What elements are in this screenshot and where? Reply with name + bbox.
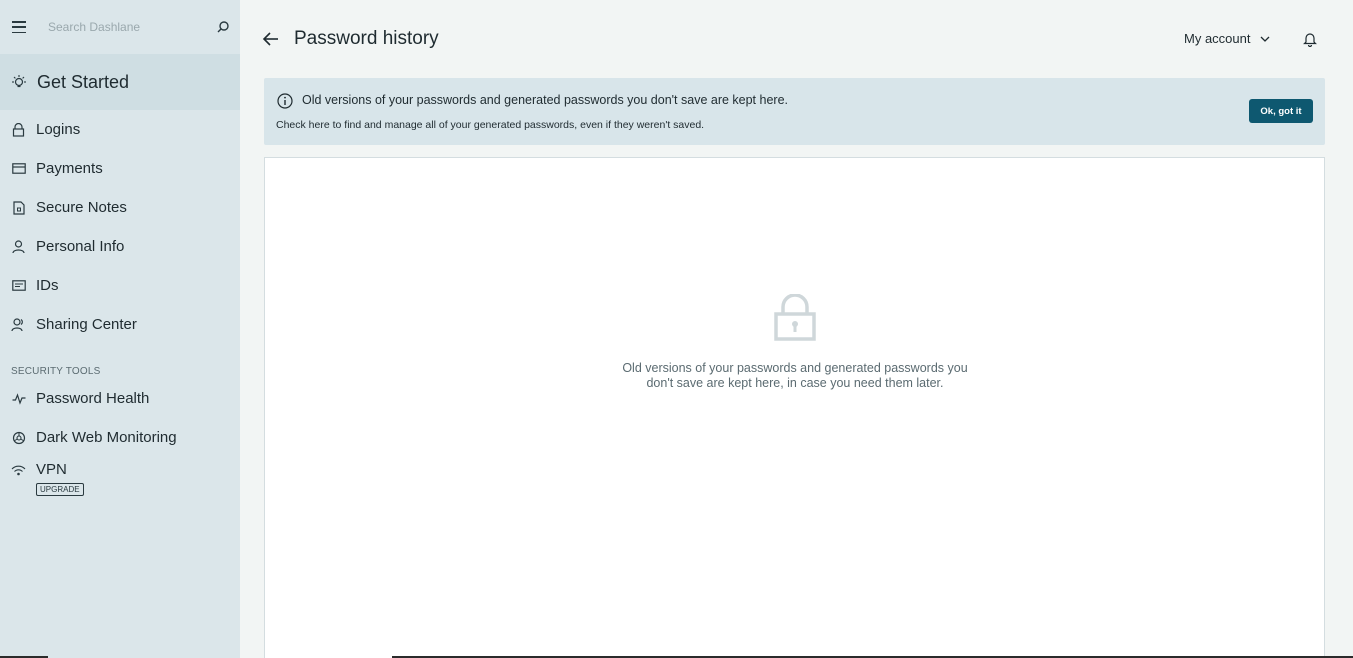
sidebar-item-password-health[interactable]: Password Health bbox=[0, 379, 240, 418]
lock-icon bbox=[774, 294, 816, 341]
page-title: Password history bbox=[294, 28, 439, 49]
sidebar-item-label: IDs bbox=[36, 277, 59, 294]
sidebar-item-get-started[interactable]: Get Started bbox=[0, 54, 240, 110]
sidebar: Get Started Logins Payments Secure Notes… bbox=[0, 0, 240, 658]
sidebar-item-label: Personal Info bbox=[36, 238, 125, 255]
sidebar-item-payments[interactable]: Payments bbox=[0, 149, 240, 188]
ok-got-it-button[interactable]: Ok, got it bbox=[1249, 99, 1313, 123]
credit-card-icon bbox=[11, 161, 26, 176]
search-icon[interactable] bbox=[215, 19, 231, 35]
empty-state-line-1: Old versions of your passwords and gener… bbox=[622, 361, 968, 375]
sidebar-item-label: Sharing Center bbox=[36, 316, 137, 333]
upgrade-badge[interactable]: UPGRADE bbox=[36, 483, 84, 496]
sidebar-item-label: Password Health bbox=[36, 390, 150, 407]
dark-web-icon bbox=[11, 430, 26, 445]
empty-state-text: Old versions of your passwords and gener… bbox=[595, 361, 995, 391]
banner-message: Old versions of your passwords and gener… bbox=[302, 93, 788, 107]
sidebar-item-logins[interactable]: Logins bbox=[0, 110, 240, 149]
sidebar-item-label: Dark Web Monitoring bbox=[36, 429, 177, 446]
notification-bell-icon[interactable] bbox=[1303, 31, 1317, 47]
info-banner: Old versions of your passwords and gener… bbox=[264, 78, 1325, 145]
sidebar-item-label: VPN bbox=[36, 461, 67, 478]
sidebar-item-dark-web-monitoring[interactable]: Dark Web Monitoring bbox=[0, 418, 240, 457]
back-arrow-icon[interactable] bbox=[262, 30, 280, 48]
vpn-wifi-icon bbox=[11, 463, 26, 478]
my-account-dropdown[interactable]: My account bbox=[1184, 31, 1270, 46]
id-card-icon bbox=[11, 278, 26, 293]
info-icon bbox=[277, 93, 293, 109]
section-title-security-tools: SECURITY TOOLS bbox=[11, 366, 101, 377]
page-header: Password history My account bbox=[240, 0, 1353, 78]
lock-icon bbox=[11, 122, 26, 137]
password-history-panel: Old versions of your passwords and gener… bbox=[264, 157, 1325, 658]
sidebar-item-vpn[interactable]: VPN UPGRADE bbox=[0, 457, 240, 507]
sidebar-item-label: Get Started bbox=[37, 71, 130, 92]
person-icon bbox=[11, 239, 26, 254]
lightbulb-icon bbox=[12, 75, 26, 88]
sidebar-item-sharing-center[interactable]: Sharing Center bbox=[0, 305, 240, 344]
sidebar-item-label: Payments bbox=[36, 160, 103, 177]
sharing-icon bbox=[11, 317, 26, 332]
search-row bbox=[0, 0, 240, 54]
hamburger-menu-icon[interactable] bbox=[12, 21, 26, 33]
empty-state-line-2: don't save are kept here, in case you ne… bbox=[646, 376, 944, 390]
sidebar-item-secure-notes[interactable]: Secure Notes bbox=[0, 188, 240, 227]
sidebar-item-personal-info[interactable]: Personal Info bbox=[0, 227, 240, 266]
pulse-icon bbox=[11, 391, 26, 406]
sidebar-item-label: Logins bbox=[36, 121, 81, 138]
account-label: My account bbox=[1184, 31, 1251, 46]
sidebar-item-ids[interactable]: IDs bbox=[0, 266, 240, 305]
sidebar-item-label: Secure Notes bbox=[36, 199, 127, 216]
search-input[interactable] bbox=[48, 20, 198, 34]
banner-detail: Check here to find and manage all of you… bbox=[276, 119, 705, 131]
note-icon bbox=[11, 200, 26, 215]
chevron-down-icon bbox=[1261, 36, 1270, 42]
